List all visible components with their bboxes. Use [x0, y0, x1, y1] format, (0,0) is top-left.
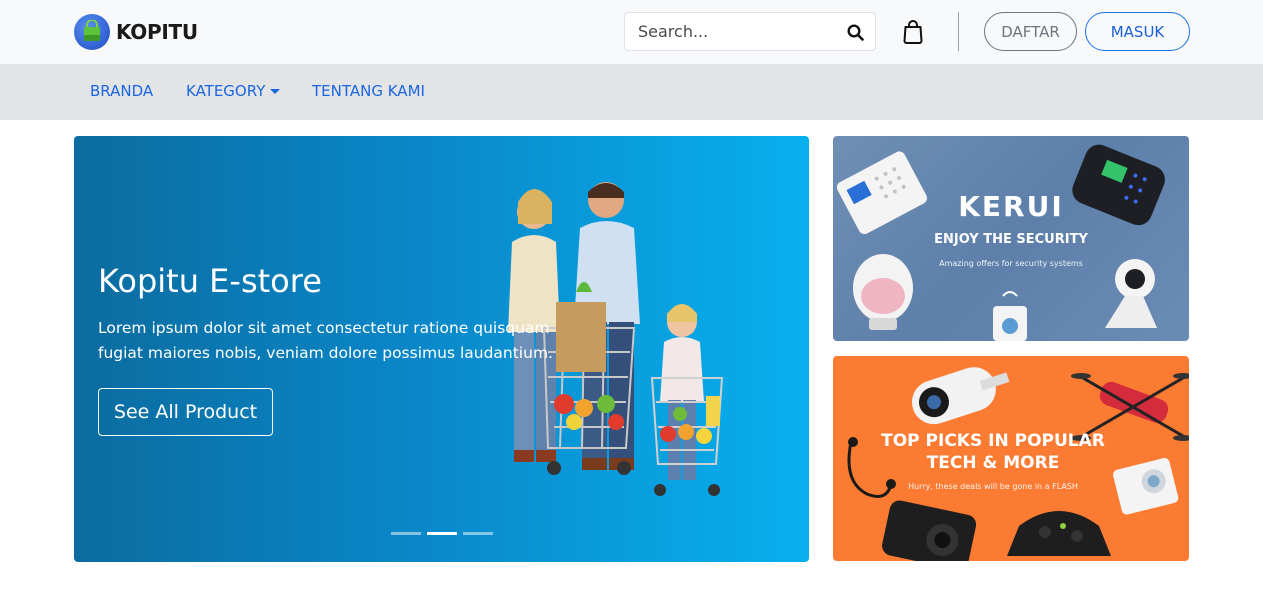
- tech-banner-subtitle: Hurry, these deals will be gone in a FLA…: [908, 482, 1078, 491]
- nav-item-branda[interactable]: BRANDA: [90, 82, 153, 100]
- main-nav: BRANDA KATEGORY TENTANG KAMI: [0, 64, 1263, 120]
- brand[interactable]: KOPITU: [74, 14, 198, 50]
- carousel-indicator[interactable]: [391, 532, 421, 535]
- hero-description: Lorem ipsum dolor sit amet consectetur r…: [98, 319, 553, 362]
- security-tagline: ENJOY THE SECURITY: [934, 232, 1088, 247]
- search-icon[interactable]: [845, 22, 865, 42]
- carousel-indicator-active[interactable]: [427, 532, 457, 535]
- security-subtitle: Amazing offers for security systems: [939, 259, 1083, 268]
- register-button[interactable]: DAFTAR: [984, 12, 1077, 51]
- tech-promo-banner[interactable]: TOP PICKS IN POPULAR TECH & MORE Hurry, …: [833, 356, 1189, 561]
- header-divider: [958, 12, 959, 51]
- security-brand-logo: KERUI: [958, 190, 1064, 223]
- nav-item-tentang-kami[interactable]: TENTANG KAMI: [312, 82, 425, 100]
- nav-item-kategory[interactable]: KATEGORY: [186, 82, 281, 100]
- login-button[interactable]: MASUK: [1085, 12, 1190, 51]
- top-header: KOPITU DAFTAR MASUK: [0, 0, 1263, 64]
- caret-down-icon: [270, 88, 281, 94]
- shopping-bag-logo-icon: [74, 14, 110, 50]
- search-box: [624, 12, 876, 51]
- tech-banner-title-line1: TOP PICKS IN POPULAR: [881, 431, 1105, 451]
- hero-title: Kopitu E-store: [98, 262, 322, 300]
- carousel-indicators: [391, 532, 493, 535]
- hero-carousel[interactable]: Kopitu E-store Lorem ipsum dolor sit ame…: [74, 136, 809, 562]
- carousel-indicator[interactable]: [463, 532, 493, 535]
- see-all-product-button[interactable]: See All Product: [98, 388, 273, 436]
- security-promo-banner[interactable]: KERUI ENJOY THE SECURITY Amazing offers …: [833, 136, 1189, 341]
- shopping-bag-icon[interactable]: [901, 19, 925, 45]
- brand-name: KOPITU: [116, 20, 198, 44]
- search-input[interactable]: [625, 13, 830, 50]
- nav-item-kategory-label: KATEGORY: [186, 82, 266, 100]
- tech-banner-title-line2: TECH & MORE: [926, 453, 1060, 473]
